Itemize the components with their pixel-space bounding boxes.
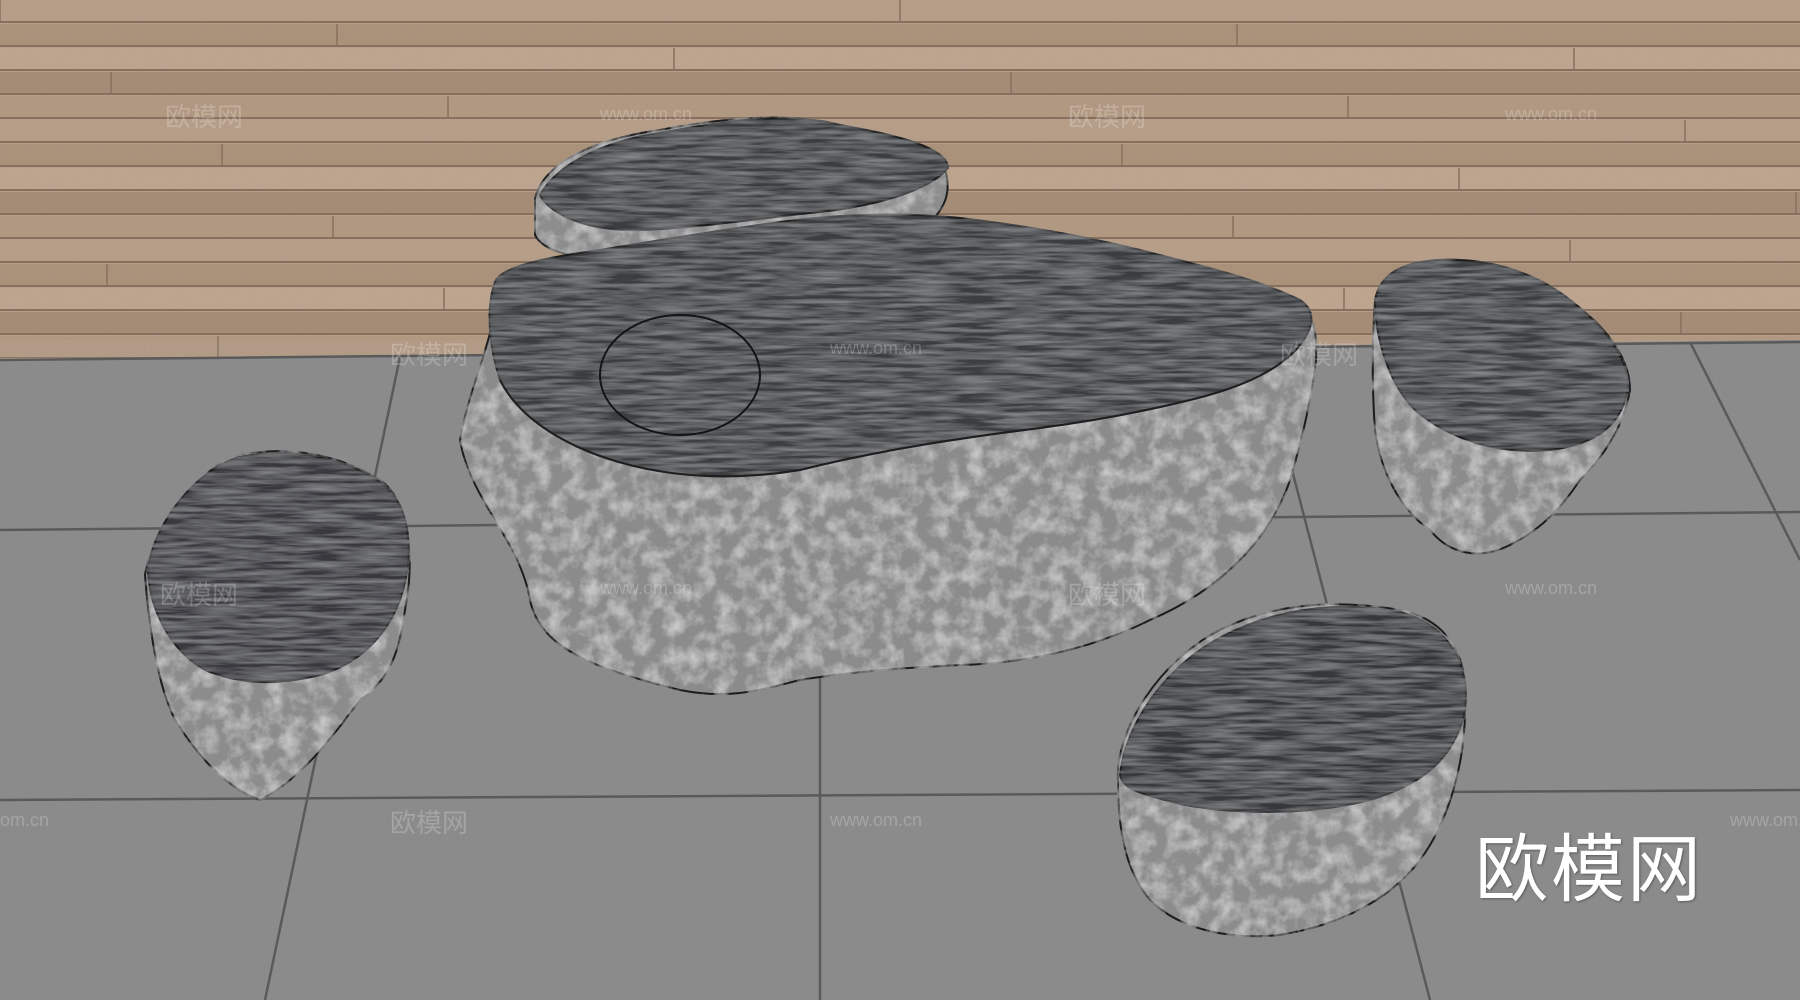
wood-plank <box>0 96 1800 118</box>
wood-plank <box>0 48 1800 70</box>
watermark-brand-large: 欧模网 <box>1475 827 1703 913</box>
wood-plank <box>0 24 1800 46</box>
render-scene: 欧模网 www.om.cn 欧模网 www.om.cn 欧模网 www.om.c… <box>0 0 1800 1000</box>
wood-plank <box>0 72 1800 94</box>
